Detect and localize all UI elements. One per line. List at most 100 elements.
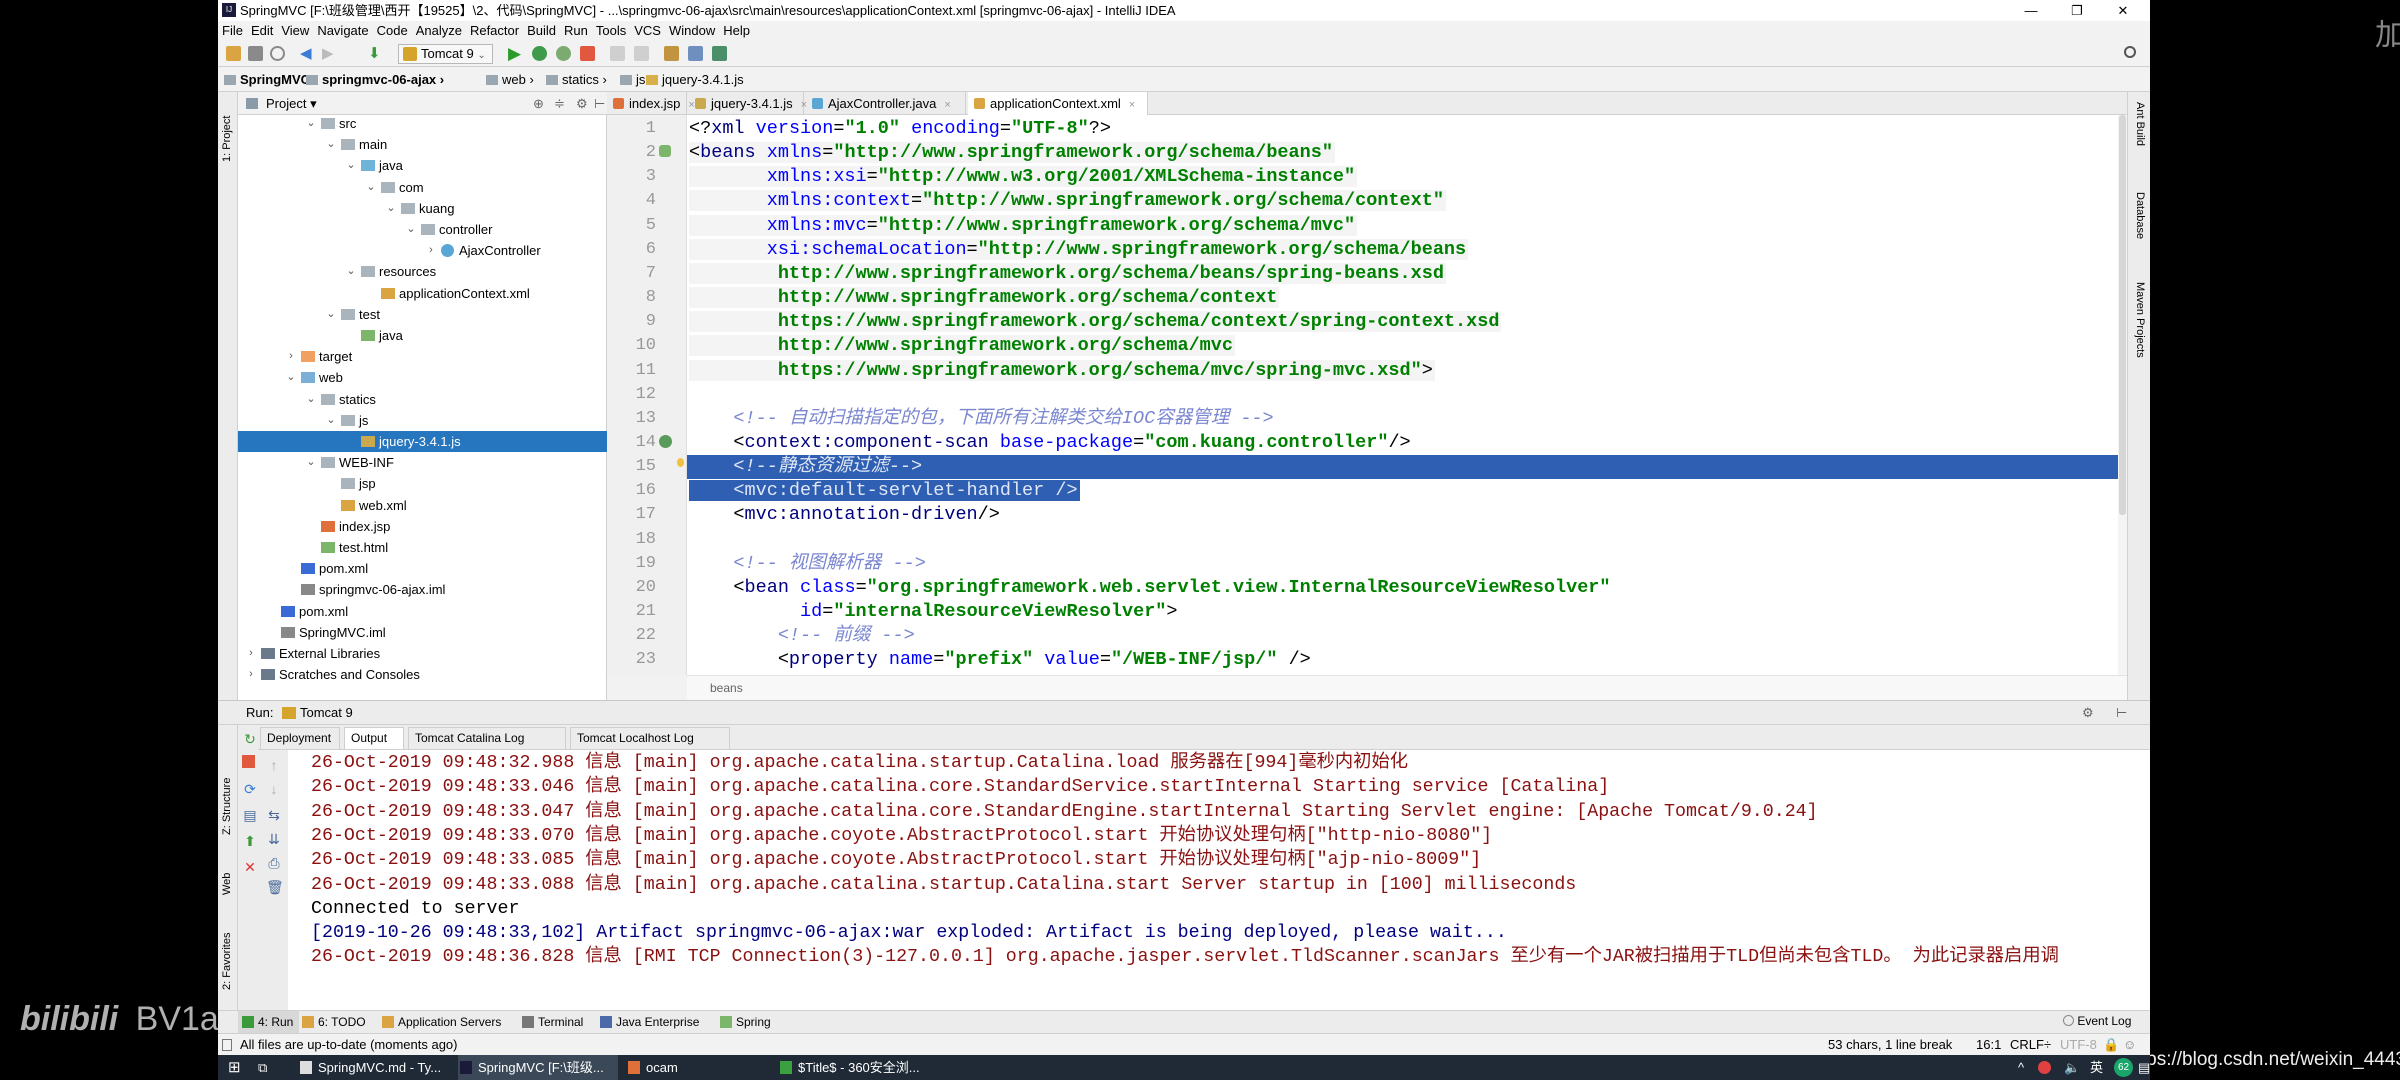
tree-item-web-inf[interactable]: ⌄ WEB-INF — [238, 452, 607, 473]
tree-item-resources[interactable]: ⌄ resources — [238, 261, 607, 282]
tool-window-6-todo[interactable]: 6: TODO — [298, 1011, 372, 1033]
build-icon[interactable]: ⬇ — [368, 46, 383, 61]
chevron-down-icon[interactable]: ⌄ — [405, 219, 417, 240]
menu-navigate[interactable]: Navigate — [317, 21, 368, 41]
tree-item-java[interactable]: java — [238, 325, 607, 346]
maven-projects-tool-button[interactable]: Maven Projects — [2134, 282, 2146, 358]
tree-item-com[interactable]: ⌄ com — [238, 177, 607, 198]
chevron-down-icon[interactable]: ⌄ — [345, 261, 357, 282]
line-separator[interactable]: CRLF÷ — [2010, 1034, 2051, 1055]
hide-icon[interactable]: ⊢ — [594, 92, 605, 115]
run-config-dropdown[interactable]: Tomcat 9 ⌄ — [398, 44, 493, 64]
run-tab-deployment[interactable]: Deployment — [260, 727, 340, 749]
menu-code[interactable]: Code — [377, 21, 408, 41]
tray-up-arrow-icon[interactable]: ^ — [2018, 1055, 2024, 1080]
sdk-icon[interactable] — [688, 46, 703, 61]
tree-item-controller[interactable]: ⌄ controller — [238, 219, 607, 240]
xml-breadcrumb-item[interactable]: beans — [710, 681, 743, 695]
vcs-icon[interactable] — [712, 46, 727, 61]
lock-icon[interactable]: 🔒 — [2103, 1034, 2119, 1055]
menu-tools[interactable]: Tools — [596, 21, 626, 41]
ime-indicator[interactable]: 英 — [2090, 1055, 2103, 1080]
tool-window-application-servers[interactable]: Application Servers — [378, 1011, 507, 1033]
chevron-down-icon[interactable]: ⌄ — [285, 367, 297, 388]
tree-item-pom-xml[interactable]: pom.xml — [238, 601, 607, 622]
run-tab-tomcat-localhost-log[interactable]: Tomcat Localhost Log — [570, 727, 730, 749]
attach-icon[interactable] — [610, 46, 625, 61]
minimize-button[interactable]: — — [2008, 0, 2054, 21]
chevron-right-icon[interactable]: › — [425, 240, 437, 261]
project-structure-icon[interactable] — [664, 46, 679, 61]
scroll-down-icon[interactable]: ↓ — [266, 781, 282, 797]
tree-item-pom-xml[interactable]: pom.xml — [238, 558, 607, 579]
caret-position[interactable]: 16:1 — [1976, 1034, 2001, 1055]
menu-vcs[interactable]: VCS — [634, 21, 661, 41]
menu-file[interactable]: File — [222, 21, 243, 41]
coverage-icon[interactable] — [556, 46, 571, 61]
chevron-down-icon[interactable]: ⌄ — [305, 113, 317, 134]
open-folder-icon[interactable] — [226, 46, 241, 61]
layout-icon[interactable]: ▤ — [242, 807, 258, 823]
collapse-icon[interactable]: ≑ — [554, 92, 565, 115]
breadcrumb-item[interactable]: statics › — [546, 67, 607, 92]
chevron-down-icon[interactable]: ⌄ — [325, 134, 337, 155]
close-icon[interactable]: ✕ — [242, 859, 258, 875]
inspector-icon[interactable]: ☺ — [2123, 1034, 2136, 1055]
close-tab-icon[interactable]: × — [1129, 99, 1135, 111]
task-view-icon[interactable]: ⧉ — [258, 1055, 267, 1080]
tool-window-4-run[interactable]: 4: Run — [238, 1011, 300, 1033]
tree-item-test[interactable]: ⌄ test — [238, 304, 607, 325]
run-icon[interactable]: ▶ — [508, 45, 523, 62]
tree-item-scratches-and-consoles[interactable]: › Scratches and Consoles — [238, 664, 607, 685]
tree-item-web-xml[interactable]: web.xml — [238, 495, 607, 516]
run-tab-output[interactable]: Output — [344, 727, 404, 749]
tray-app-icon[interactable] — [2038, 1061, 2051, 1074]
chevron-down-icon[interactable]: ⌄ — [345, 155, 357, 176]
stop-icon[interactable] — [580, 46, 595, 61]
project-tool-button[interactable]: 1: Project — [221, 116, 233, 162]
taskbar-item[interactable]: $Title$ - 360安全浏... — [778, 1055, 978, 1080]
hide-panel-icon[interactable]: ⊢ — [2116, 701, 2127, 725]
tree-item-kuang[interactable]: ⌄ kuang — [238, 198, 607, 219]
tree-item-target[interactable]: › target — [238, 346, 607, 367]
trash-icon[interactable]: 🗑 — [266, 879, 284, 895]
tray-badge[interactable]: 62 — [2114, 1058, 2133, 1077]
tree-item-index-jsp[interactable]: index.jsp — [238, 516, 607, 537]
tab-jquery-3-4-1-js[interactable]: jquery-3.4.1.js × — [689, 92, 807, 115]
sync-icon[interactable] — [270, 46, 285, 61]
chevron-down-icon[interactable]: ⌄ — [385, 198, 397, 219]
tree-item-springmvc-iml[interactable]: SpringMVC.iml — [238, 622, 607, 643]
console-output[interactable]: 26-Oct-2019 09:48:32.988 信息 [main] org.a… — [288, 750, 2150, 1010]
tree-item-springmvc-06-ajax-iml[interactable]: springmvc-06-ajax.iml — [238, 579, 607, 600]
tab-applicationcontext-xml[interactable]: applicationContext.xml × — [968, 92, 1148, 115]
breadcrumb-item[interactable]: web › — [486, 67, 534, 92]
profile-icon[interactable] — [634, 46, 649, 61]
tree-item-jsp[interactable]: jsp — [238, 473, 607, 494]
maximize-button[interactable]: ❐ — [2054, 0, 2100, 21]
taskbar-item[interactable]: SpringMVC.md - Ty... — [298, 1055, 458, 1080]
scrollbar-thumb[interactable] — [2119, 115, 2126, 515]
rerun-icon[interactable]: ↻ — [242, 731, 258, 747]
tab-index-jsp[interactable]: index.jsp × — [607, 92, 695, 115]
windows-start-icon[interactable]: ⊞ — [228, 1055, 241, 1080]
scroll-up-icon[interactable]: ↑ — [266, 757, 282, 773]
event-log-button[interactable]: Event Log — [2063, 1010, 2131, 1032]
debug-icon[interactable] — [532, 46, 547, 61]
tab-ajaxcontroller-java[interactable]: AjaxController.java × — [806, 92, 966, 115]
tree-item-java[interactable]: ⌄ java — [238, 155, 607, 176]
code-editor[interactable]: <?xml version="1.0" encoding="UTF-8"?> <b… — [687, 115, 2127, 675]
editor-scrollbar[interactable] — [2118, 115, 2127, 675]
chevron-down-icon[interactable]: ⌄ — [305, 452, 317, 473]
menu-window[interactable]: Window — [669, 21, 715, 41]
deploy-icon[interactable]: ⬆ — [242, 833, 258, 849]
breadcrumb-item[interactable]: jquery-3.4.1.js — [646, 67, 744, 92]
chevron-down-icon[interactable]: ⌄ — [365, 177, 377, 198]
menu-build[interactable]: Build — [527, 21, 556, 41]
status-toggle-icon[interactable] — [222, 1039, 232, 1051]
spring-scan-icon[interactable] — [659, 435, 672, 448]
tree-item-external-libraries[interactable]: › External Libraries — [238, 643, 607, 664]
menu-refactor[interactable]: Refactor — [470, 21, 519, 41]
tree-item-web[interactable]: ⌄ web — [238, 367, 607, 388]
tool-window-java-enterprise[interactable]: Java Enterprise — [596, 1011, 705, 1033]
close-button[interactable]: ✕ — [2100, 0, 2146, 21]
